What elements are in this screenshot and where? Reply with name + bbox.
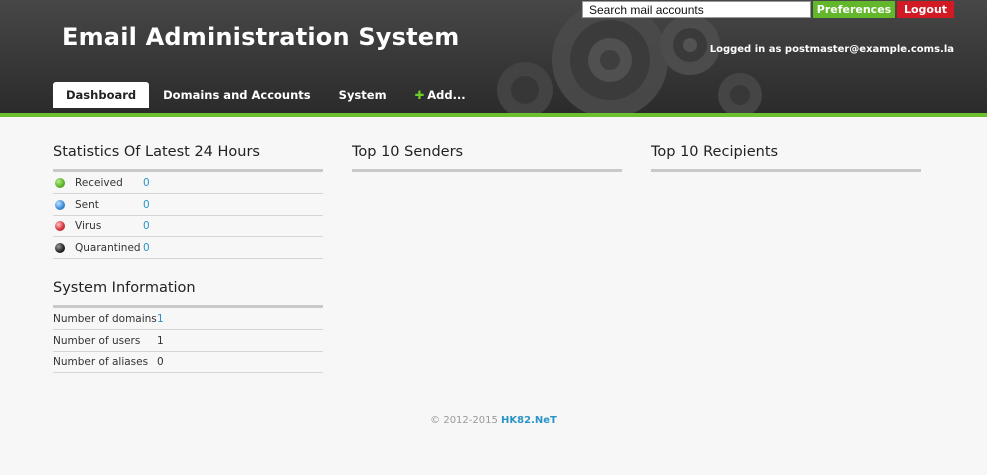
system-info-title: System Information	[53, 280, 196, 296]
info-value: 0	[157, 356, 164, 368]
top-recipients-title: Top 10 Recipients	[651, 144, 779, 160]
stat-row-quarantined: Quarantined 0	[53, 238, 323, 259]
info-row-domains: Number of domains 1	[53, 309, 323, 330]
info-row-users: Number of users 1	[53, 331, 323, 352]
info-row-aliases: Number of aliases 0	[53, 352, 323, 373]
stat-label: Sent	[75, 199, 99, 211]
info-value: 1	[157, 335, 164, 347]
nav-system[interactable]: System	[325, 82, 401, 108]
top-recipients-rule	[651, 169, 921, 172]
plus-icon: ✚	[414, 88, 425, 102]
stats-title-rule	[53, 169, 323, 172]
info-value-link[interactable]: 1	[157, 313, 164, 325]
search-input[interactable]	[582, 1, 811, 18]
app-title: Email Administration System	[62, 23, 460, 51]
stat-value-link[interactable]: 0	[143, 242, 150, 254]
header-bar: Email Administration System Preferences …	[0, 0, 987, 113]
stat-value-link[interactable]: 0	[143, 177, 150, 189]
nav-domains-and-accounts[interactable]: Domains and Accounts	[149, 82, 325, 108]
header-accent-bar	[0, 113, 987, 117]
black-ball-icon	[55, 243, 65, 253]
top-senders-title: Top 10 Senders	[352, 144, 464, 160]
main-nav: Dashboard Domains and Accounts System ✚ A…	[53, 82, 480, 108]
stat-value-link[interactable]: 0	[143, 199, 150, 211]
footer: © 2012-2015 HK82.NeT	[0, 415, 987, 426]
nav-dashboard[interactable]: Dashboard	[53, 82, 150, 108]
preferences-button[interactable]: Preferences	[813, 1, 895, 18]
stat-label: Quarantined	[75, 242, 141, 254]
nav-add-label: Add...	[427, 88, 466, 102]
stat-row-virus: Virus 0	[53, 216, 323, 237]
blue-ball-icon	[55, 200, 65, 210]
top-senders-rule	[352, 169, 622, 172]
system-info-title-rule	[53, 305, 323, 308]
info-label: Number of aliases	[53, 356, 149, 368]
nav-add[interactable]: ✚ Add...	[401, 82, 480, 108]
logout-button[interactable]: Logout	[897, 1, 954, 18]
info-label: Number of users	[53, 335, 141, 347]
logged-in-text: Logged in as postmaster@example.coms.la	[709, 44, 954, 55]
info-label: Number of domains	[53, 313, 157, 325]
red-ball-icon	[55, 221, 65, 231]
stat-label: Virus	[75, 220, 102, 232]
stat-row-sent: Sent 0	[53, 195, 323, 216]
stat-label: Received	[75, 177, 123, 189]
stat-value-link[interactable]: 0	[143, 220, 150, 232]
footer-copyright: © 2012-2015	[430, 415, 498, 426]
footer-link[interactable]: HK82.NeT	[501, 415, 557, 426]
green-ball-icon	[55, 178, 65, 188]
stats-title: Statistics Of Latest 24 Hours	[53, 144, 260, 160]
stat-row-received: Received 0	[53, 173, 323, 194]
